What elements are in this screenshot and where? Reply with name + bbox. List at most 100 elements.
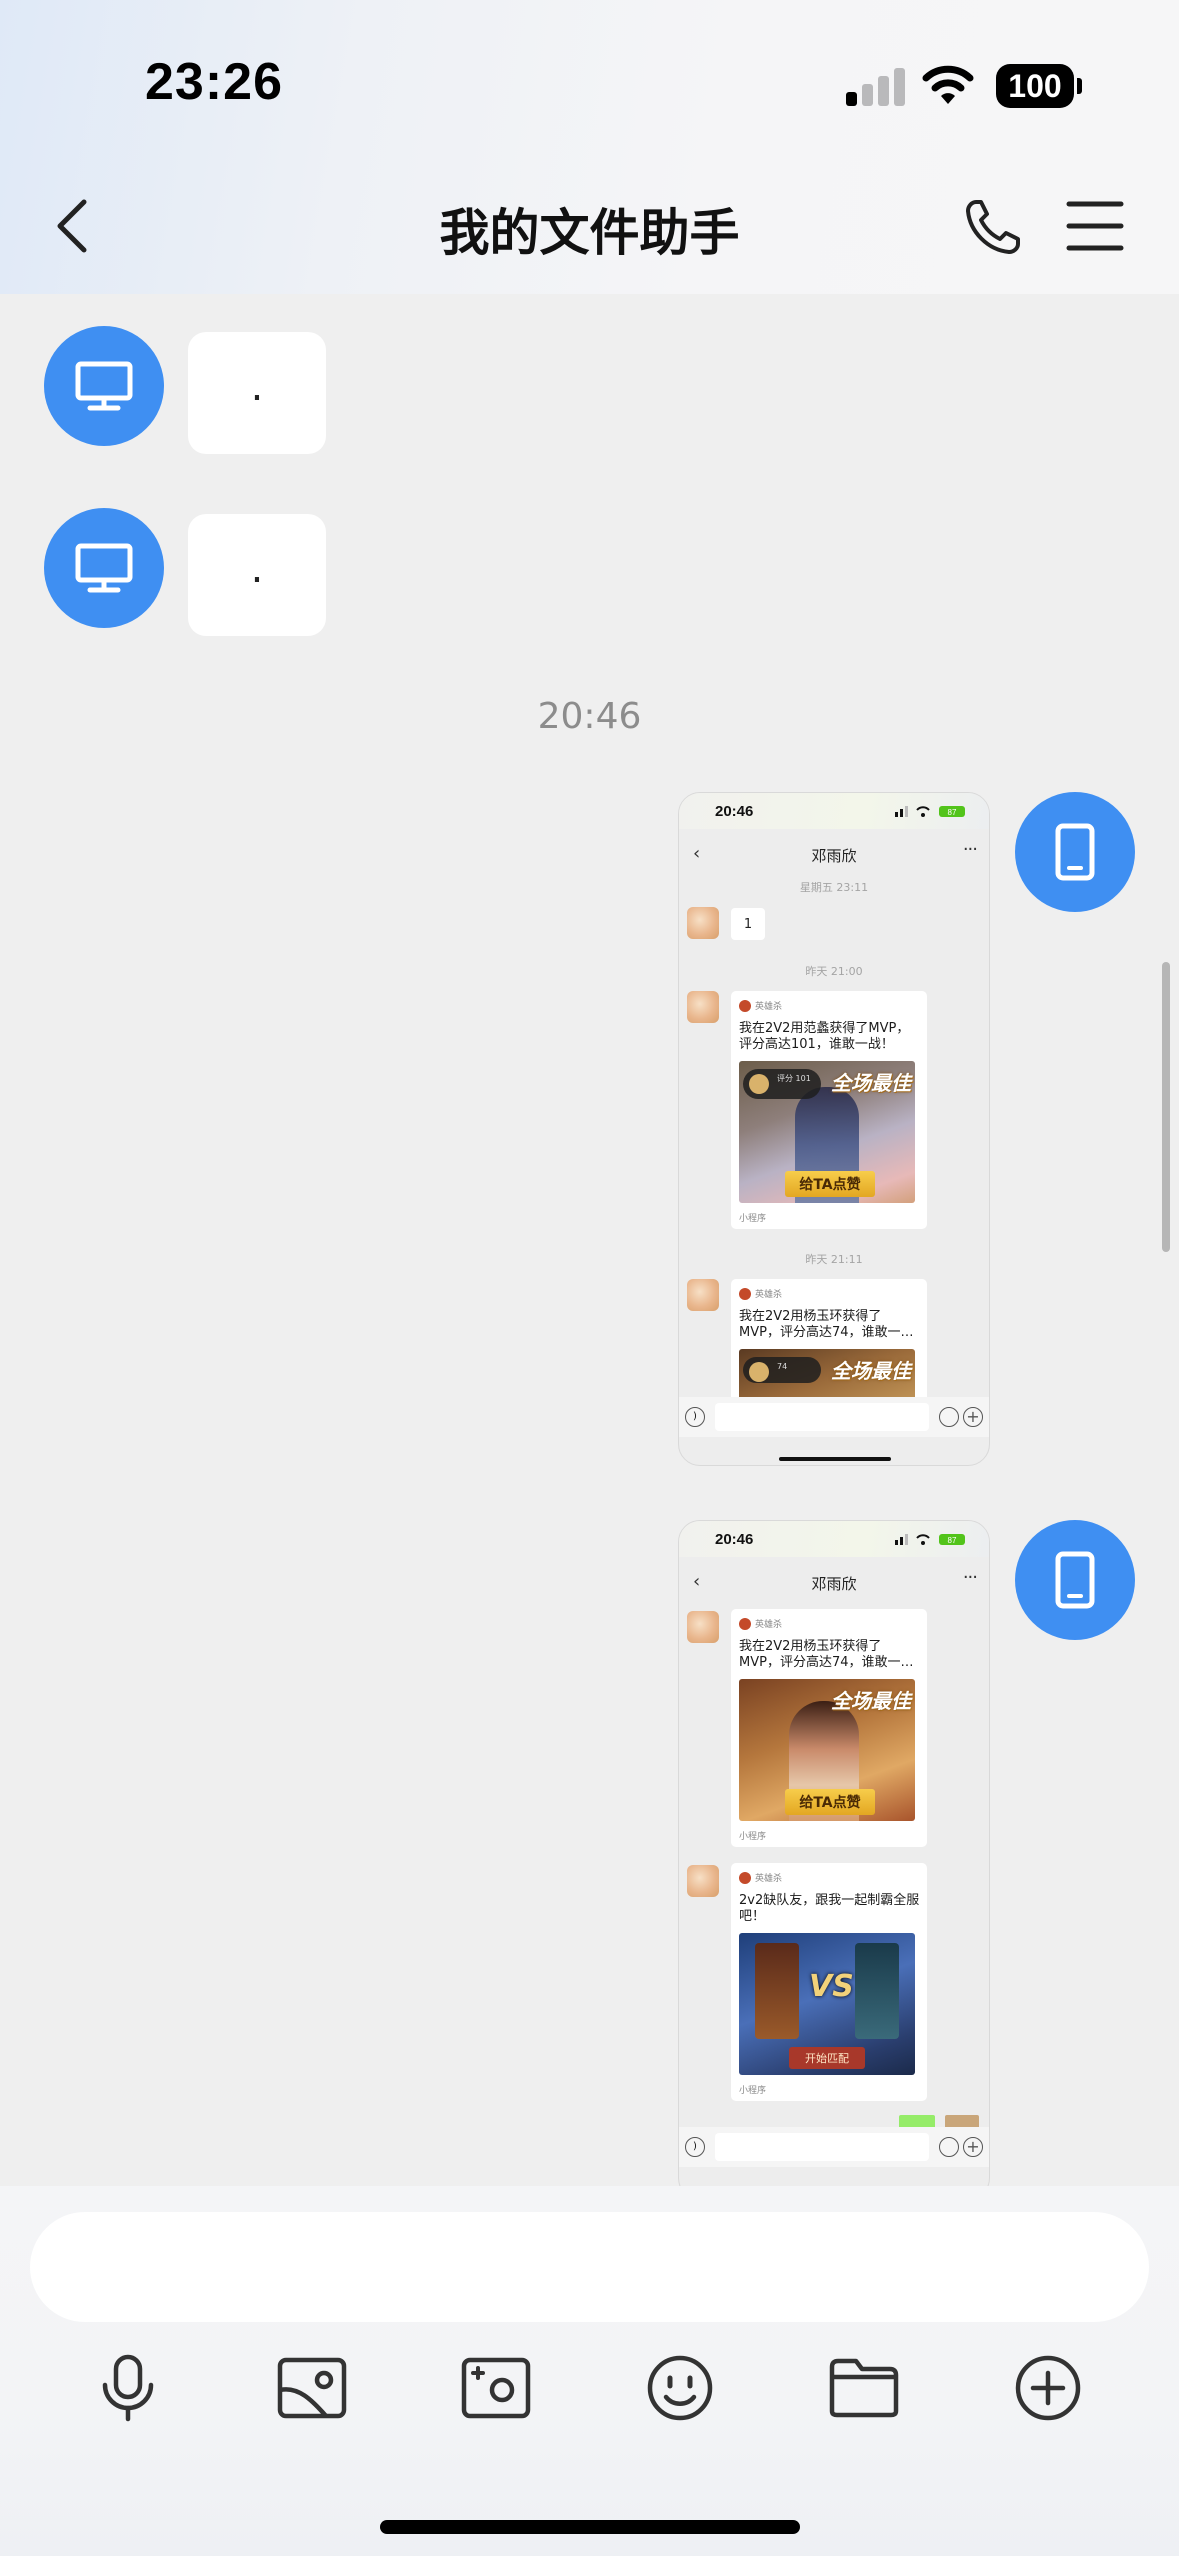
score-box: 评分 101	[743, 1069, 821, 1099]
game-logo-icon	[739, 1871, 751, 1884]
shot-time: 20:46	[715, 803, 754, 820]
message-timestamp: 20:46	[537, 696, 642, 737]
versus-label: VS	[809, 1969, 854, 2004]
shot-emoji-icon	[939, 2137, 959, 2157]
game-logo-icon	[739, 1287, 751, 1300]
emoji-button[interactable]	[640, 2348, 720, 2428]
battery-cap	[1077, 78, 1082, 94]
shot-more-icon: ···	[962, 1567, 978, 1588]
emoji-icon	[647, 2355, 713, 2421]
shot-battery: 87	[948, 1536, 957, 1545]
shot-timestamp: 昨天 21:00	[805, 965, 863, 978]
menu-button[interactable]	[1065, 198, 1125, 254]
wifi-icon	[922, 65, 974, 104]
mini-program-label: 小程序	[739, 2086, 767, 2096]
message-text: .	[250, 546, 264, 592]
camera-icon	[461, 2357, 531, 2419]
shot-title: 邓雨欣	[811, 1575, 857, 1593]
more-button[interactable]	[1008, 2348, 1088, 2428]
shot-home-indicator	[779, 1457, 891, 1461]
start-match-button: 开始匹配	[789, 2047, 865, 2069]
card-text: 我在2V2用范蠡获得了MVP，评分高达101，谁敢一战！	[739, 1021, 910, 1052]
scrollbar[interactable]	[1162, 962, 1170, 1252]
monitor-icon	[75, 543, 133, 593]
monitor-icon	[75, 361, 133, 411]
mvp-badge: 全场最佳	[831, 1359, 911, 1383]
photo-button[interactable]	[272, 2348, 352, 2428]
shot-status-icons: 87	[895, 1534, 965, 1545]
screenshot-image[interactable]: 20:46 87 ‹ 邓雨欣 ··· 星期五 23:11 1 昨天 21:00 …	[678, 792, 990, 1466]
shot-message-bubble: 1	[731, 908, 765, 940]
card-game-image: VS 开始匹配	[739, 1933, 915, 2075]
card-text: 我在2V2用杨玉环获得了MVP，评分高达74，谁敢一…	[739, 1309, 914, 1340]
shot-game-card: 英雄杀 2v2缺队友，跟我一起制霸全服吧！ VS 开始匹配 小程序	[731, 1863, 927, 2101]
status-time: 23:26	[145, 53, 283, 111]
phone-avatar[interactable]	[1015, 1520, 1135, 1640]
shot-contact-avatar	[687, 1611, 719, 1643]
shot-time: 20:46	[715, 1531, 754, 1548]
phone-call-button[interactable]	[962, 196, 1024, 258]
message-input[interactable]	[30, 2212, 1149, 2322]
shot-contact-avatar	[687, 991, 719, 1023]
desktop-avatar[interactable]	[44, 326, 164, 446]
shot-contact-avatar	[687, 1865, 719, 1897]
voice-button[interactable]	[88, 2348, 168, 2428]
game-logo-icon	[739, 999, 751, 1012]
cellular-signal-icon	[846, 66, 906, 106]
plus-icon	[1015, 2355, 1081, 2421]
shot-battery: 87	[948, 808, 957, 817]
shot-emoji-icon	[939, 1407, 959, 1427]
shot-input-bar: ) +	[679, 1397, 989, 1437]
home-indicator[interactable]	[380, 2520, 800, 2534]
shot-contact-avatar	[687, 907, 719, 939]
team-banner-right	[855, 1943, 899, 2039]
shot-game-card: 英雄杀 我在2V2用杨玉环获得了MVP，评分高达74，谁敢一… 全场最佳 给TA…	[731, 1609, 927, 1847]
shot-plus-icon: +	[963, 2137, 983, 2157]
mobile-phone-icon	[1055, 1551, 1095, 1609]
image-icon	[277, 2357, 347, 2419]
mini-program-label: 小程序	[739, 1214, 767, 1224]
card-game-image: 评分 101 全场最佳 给TA点赞	[739, 1061, 915, 1203]
camera-button[interactable]	[456, 2348, 536, 2428]
screenshot-image[interactable]: 20:46 87 ‹ 邓雨欣 ··· 英雄杀 我在2V2用杨玉环获得了MVP，评…	[678, 1520, 990, 2186]
file-button[interactable]	[824, 2348, 904, 2428]
shot-status-icons: 87	[895, 806, 965, 817]
score-box: 74	[743, 1357, 821, 1383]
top-header: 23:26 100 我的文件助手	[0, 0, 1179, 294]
shot-voice-icon: )	[685, 1407, 705, 1427]
input-bar	[0, 2186, 1179, 2556]
chat-area[interactable]: . . 20:46 20:46 87 ‹ 邓雨欣 ··· 星期五 23:11 1…	[0, 294, 1179, 2186]
mvp-badge: 全场最佳	[831, 1689, 911, 1713]
mobile-phone-icon	[1055, 823, 1095, 881]
like-button: 给TA点赞	[785, 1789, 875, 1815]
folder-icon	[829, 2358, 899, 2418]
message-text: .	[250, 364, 264, 410]
shot-game-card: 英雄杀 我在2V2用杨玉环获得了MVP，评分高达74，谁敢一… 74 全场最佳	[731, 1279, 927, 1409]
card-source: 英雄杀	[739, 1617, 782, 1630]
shot-more-icon: ···	[962, 839, 978, 860]
shot-contact-avatar	[687, 1279, 719, 1311]
shot-voice-icon: )	[685, 2137, 705, 2157]
card-source: 英雄杀	[739, 999, 782, 1012]
card-source: 英雄杀	[739, 1871, 782, 1884]
card-game-image: 全场最佳 给TA点赞	[739, 1679, 915, 1821]
mini-program-label: 小程序	[739, 1832, 767, 1842]
card-text: 2v2缺队友，跟我一起制霸全服吧！	[739, 1893, 920, 1924]
shot-text-field	[715, 2133, 929, 2161]
battery-level: 100	[1008, 67, 1062, 104]
team-banner-left	[755, 1943, 799, 2039]
shot-input-bar: ) +	[679, 2127, 989, 2167]
shot-plus-icon: +	[963, 1407, 983, 1427]
message-bubble[interactable]: .	[188, 514, 326, 636]
shot-timestamp: 星期五 23:11	[799, 881, 869, 894]
battery-indicator: 100	[996, 64, 1074, 108]
mic-icon	[102, 2354, 154, 2422]
phone-avatar[interactable]	[1015, 792, 1135, 912]
game-logo-icon	[739, 1617, 751, 1630]
mvp-badge: 全场最佳	[831, 1071, 911, 1095]
message-bubble[interactable]: .	[188, 332, 326, 454]
desktop-avatar[interactable]	[44, 508, 164, 628]
shot-title: 邓雨欣	[811, 847, 857, 865]
card-text: 我在2V2用杨玉环获得了MVP，评分高达74，谁敢一…	[739, 1639, 914, 1670]
shot-game-card: 英雄杀 我在2V2用范蠡获得了MVP，评分高达101，谁敢一战！ 评分 101 …	[731, 991, 927, 1229]
